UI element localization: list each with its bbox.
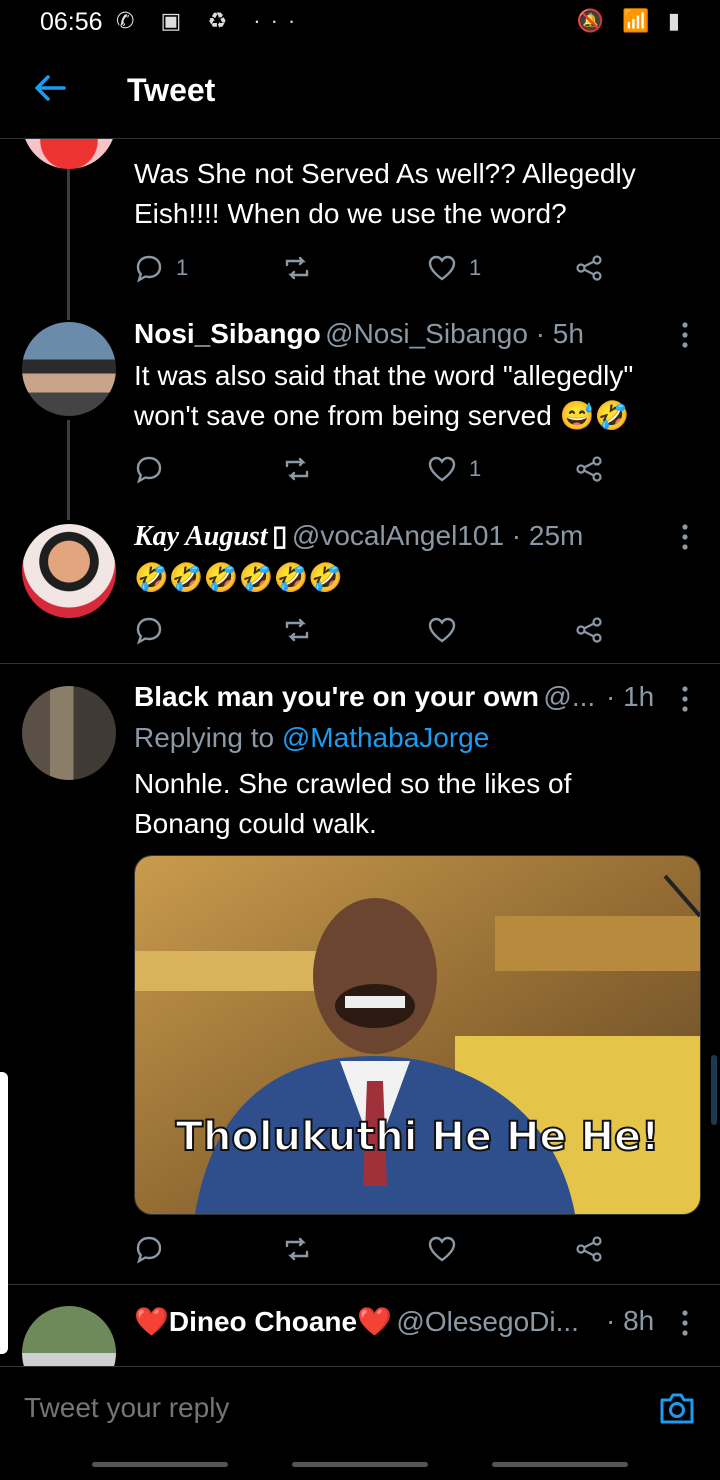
avatar[interactable] xyxy=(22,524,116,618)
user-handle: @... xyxy=(543,681,596,712)
share-button[interactable] xyxy=(574,610,604,650)
mention-link[interactable]: @MathabaJorge xyxy=(282,722,489,753)
tweet-time: · 8h xyxy=(606,1305,655,1336)
share-icon xyxy=(576,456,602,482)
more-options-icon[interactable] xyxy=(680,684,690,719)
status-bar: 06:56 ✆ ▣ ♻ ··· 🔕 📶 ▮ xyxy=(0,0,720,46)
edge-panel-handle[interactable] xyxy=(0,1072,8,1354)
tweet-header: ❤️Dineo Choane❤️ @OlesegoDi... xyxy=(134,1305,604,1338)
reply-icon xyxy=(136,456,162,484)
tweet-header: Kay August ▯ @vocalAngel101 · 25m xyxy=(134,519,674,553)
divider xyxy=(0,663,720,664)
retweet-icon xyxy=(285,457,309,481)
retweet-icon xyxy=(285,1237,309,1261)
system-icons: 🔕 📶 ▮ xyxy=(576,8,686,33)
share-button[interactable] xyxy=(574,248,604,288)
tweet-actions: 1 1 xyxy=(134,248,604,288)
top-header: Tweet xyxy=(0,46,720,139)
reply-button[interactable]: 1 xyxy=(134,248,188,288)
heart-icon xyxy=(428,617,456,643)
camera-icon[interactable] xyxy=(658,1389,696,1427)
notification-icons: ✆ ▣ ♻ ··· xyxy=(116,8,306,33)
like-button[interactable] xyxy=(427,610,457,650)
more-options-icon[interactable] xyxy=(680,522,690,557)
share-icon xyxy=(576,1236,602,1262)
retweet-button[interactable] xyxy=(282,610,312,650)
reply-button[interactable] xyxy=(134,610,164,650)
tweet-time: · 1h xyxy=(606,681,655,712)
user-name[interactable]: Nosi_Sibango xyxy=(134,318,321,349)
like-button[interactable]: 1 xyxy=(427,248,481,288)
tweet-actions: 1 xyxy=(134,449,604,489)
tweet-text: 🤣🤣🤣🤣🤣🤣 xyxy=(134,562,344,593)
name-glyph: ▯ xyxy=(272,520,288,551)
meme-photo xyxy=(135,856,700,1214)
user-handle: @vocalAngel101 · 25m xyxy=(291,520,584,551)
tweet-header: Black man you're on your own @... xyxy=(134,681,624,713)
tweet-text: Was She not Served As well?? Allegedly E… xyxy=(134,158,636,229)
share-button[interactable] xyxy=(574,1229,604,1269)
user-name[interactable]: ❤️Dineo Choane❤️ xyxy=(134,1306,392,1337)
nav-home[interactable] xyxy=(292,1462,428,1467)
share-icon xyxy=(576,255,602,281)
back-arrow-icon[interactable] xyxy=(30,68,70,108)
nav-back[interactable] xyxy=(92,1462,228,1467)
page-title: Tweet xyxy=(127,72,216,108)
tweet-text: Nonhle. She crawled so the likes of Bona… xyxy=(134,768,572,839)
reply-icon xyxy=(136,1236,162,1264)
more-options-icon[interactable] xyxy=(680,1308,690,1343)
reply-button[interactable] xyxy=(134,449,176,489)
thread-line xyxy=(67,420,70,520)
reply-input[interactable] xyxy=(22,1391,586,1425)
like-button[interactable] xyxy=(427,1229,457,1269)
reply-bar xyxy=(0,1366,720,1447)
replying-to: Replying to @MathabaJorge xyxy=(134,722,490,753)
user-handle: @Nosi_Sibango · 5h xyxy=(325,318,584,349)
system-nav-bar xyxy=(0,1446,720,1480)
retweet-icon xyxy=(285,256,309,280)
user-name[interactable]: Black man you're on your own xyxy=(134,681,539,712)
image-caption: Tholukuthi He He He! xyxy=(175,1113,661,1161)
tweet-header: Nosi_Sibango @Nosi_Sibango · 5h xyxy=(134,318,674,350)
retweet-icon xyxy=(285,618,309,642)
tweet-text: It was also said that the word "allegedl… xyxy=(134,360,634,431)
scrollbar[interactable] xyxy=(711,1055,717,1125)
heart-icon xyxy=(428,456,456,482)
tweet-actions xyxy=(134,1229,604,1269)
heart-icon xyxy=(428,1236,456,1262)
avatar[interactable] xyxy=(22,322,116,416)
retweet-button[interactable] xyxy=(282,1229,312,1269)
tweet-image[interactable]: Tholukuthi He He He! xyxy=(134,855,701,1215)
status-time: 06:56 xyxy=(40,8,103,36)
avatar[interactable] xyxy=(22,686,116,780)
reply-icon xyxy=(136,617,162,645)
user-handle: @OlesegoDi... xyxy=(396,1306,579,1337)
heart-icon xyxy=(428,255,456,281)
tweet-actions xyxy=(134,610,604,650)
like-button[interactable]: 1 xyxy=(427,449,481,489)
more-options-icon[interactable] xyxy=(680,320,690,355)
retweet-button[interactable] xyxy=(282,248,312,288)
reply-button[interactable] xyxy=(134,1229,164,1269)
share-icon xyxy=(576,617,602,643)
share-button[interactable] xyxy=(574,449,604,489)
reply-icon xyxy=(136,255,162,283)
user-name[interactable]: Kay August xyxy=(134,521,268,552)
nav-recents[interactable] xyxy=(492,1462,628,1467)
divider xyxy=(0,1284,720,1285)
retweet-button[interactable] xyxy=(282,449,312,489)
